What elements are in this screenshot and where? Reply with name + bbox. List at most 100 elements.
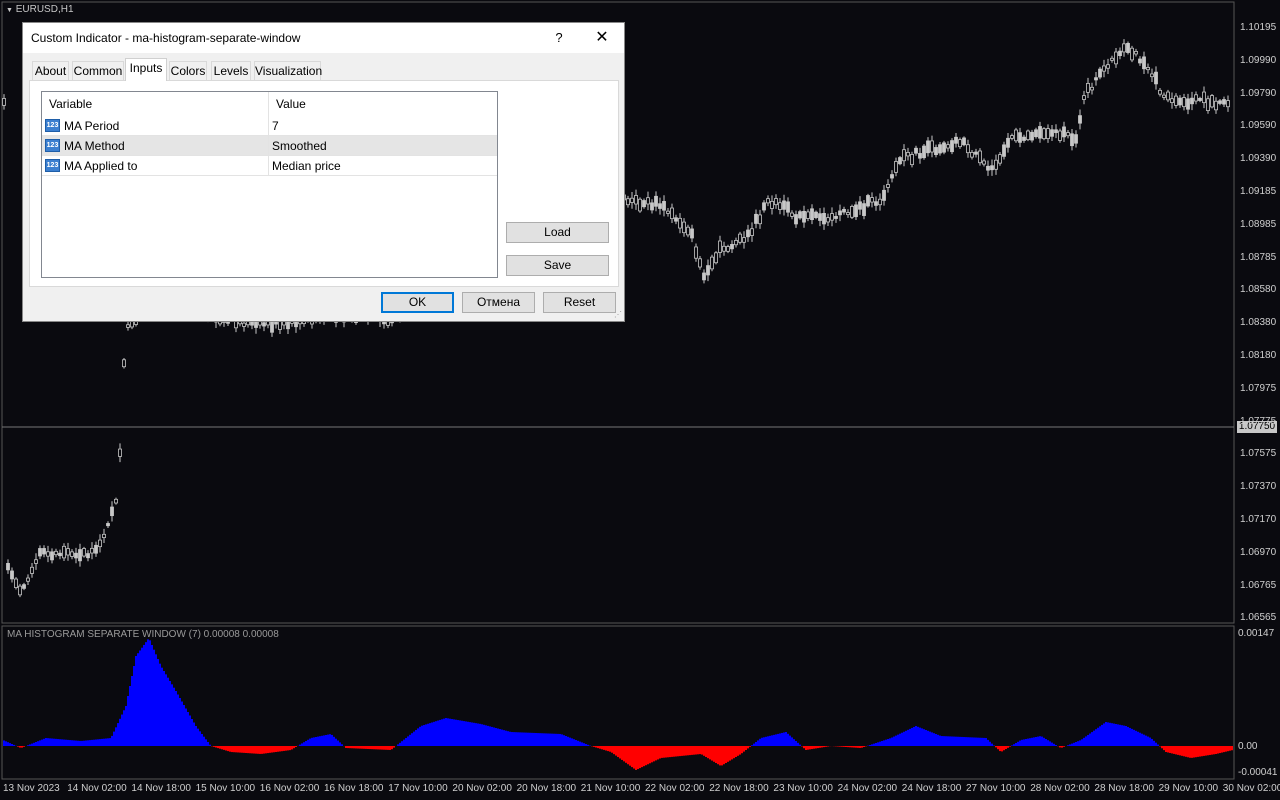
histogram-bar xyxy=(193,722,195,746)
tab-visualization[interactable]: Visualization xyxy=(254,61,322,80)
histogram-bar xyxy=(975,737,977,746)
variable-value[interactable]: Smoothed xyxy=(272,136,327,156)
candle-body xyxy=(1122,43,1126,53)
dialog-title: Custom Indicator - ma-histogram-separate… xyxy=(31,31,301,45)
histogram-bar xyxy=(999,746,1001,752)
price-tick-label: 1.06565 xyxy=(1240,612,1277,624)
histogram-bar xyxy=(277,746,279,752)
candle-body xyxy=(842,208,846,213)
histogram-bar xyxy=(475,723,477,746)
cancel-button[interactable]: Отмена xyxy=(462,292,535,313)
histogram-bar xyxy=(691,746,693,755)
histogram-bar xyxy=(711,746,713,761)
histogram-bar xyxy=(601,746,603,750)
histogram-bar xyxy=(853,746,855,748)
histogram-bar xyxy=(973,737,975,746)
candle-body xyxy=(682,221,686,234)
histogram-bar xyxy=(1019,740,1021,746)
histogram-bar xyxy=(311,737,313,746)
column-header-value[interactable]: Value xyxy=(269,92,497,116)
histogram-bar xyxy=(3,740,5,746)
price-tick-label: 1.09185 xyxy=(1240,186,1277,197)
tab-about[interactable]: About xyxy=(32,61,69,80)
tab-inputs[interactable]: Inputs xyxy=(125,58,167,81)
candle-body xyxy=(66,548,70,556)
candle-body xyxy=(1030,131,1034,141)
candle-body xyxy=(762,202,766,211)
histogram-bar xyxy=(649,746,651,764)
candle-body xyxy=(1066,132,1070,137)
histogram-bar xyxy=(709,746,711,760)
histogram-bar xyxy=(539,733,541,746)
candle-body xyxy=(1166,91,1170,101)
candle-body xyxy=(830,213,834,221)
histogram-bar xyxy=(535,733,537,746)
candle-body xyxy=(990,165,994,171)
histogram-bar xyxy=(1201,746,1203,757)
histogram-bar xyxy=(369,746,371,750)
histogram-bar xyxy=(593,746,595,747)
histogram-bar xyxy=(189,715,191,746)
histogram-bar xyxy=(221,746,223,750)
histogram-bar xyxy=(315,737,317,746)
histogram-bar xyxy=(1185,746,1187,757)
histogram-bar xyxy=(677,746,679,757)
candle-body xyxy=(626,198,630,206)
reset-button[interactable]: Reset xyxy=(543,292,616,313)
candle-body xyxy=(1090,86,1094,91)
tab-colors[interactable]: Colors xyxy=(169,61,207,80)
histogram-bar xyxy=(317,736,319,746)
candle-body xyxy=(734,240,738,246)
time-tick-label: 27 Nov 10:00 xyxy=(966,783,1026,794)
table-row[interactable]: 123 MA Applied to Median price xyxy=(42,156,497,176)
histogram-bar xyxy=(515,732,517,746)
histogram-bar xyxy=(153,649,155,746)
histogram-bar xyxy=(569,737,571,746)
histogram-bar xyxy=(411,733,413,746)
variable-value[interactable]: 7 xyxy=(272,116,279,136)
load-button[interactable]: Load xyxy=(506,222,609,243)
histogram-bar xyxy=(791,737,793,746)
histogram-bar xyxy=(1001,746,1003,752)
candle-body xyxy=(126,324,130,328)
histogram-bar xyxy=(1119,724,1121,746)
table-row[interactable]: 123 MA Method Smoothed xyxy=(42,136,497,156)
inputs-table[interactable]: Variable Value 123 MA Period 7 123 MA Me… xyxy=(41,91,498,278)
dropdown-arrow-icon[interactable]: ▼ xyxy=(6,7,13,14)
histogram-bar xyxy=(885,739,887,746)
candle-body xyxy=(262,322,266,327)
help-button[interactable]: ? xyxy=(549,28,569,48)
candle-body xyxy=(630,197,634,203)
candle-body xyxy=(70,551,74,557)
histogram-bar xyxy=(995,746,997,748)
save-button[interactable]: Save xyxy=(506,255,609,276)
histogram-bar xyxy=(629,746,631,766)
histogram-bar xyxy=(667,746,669,758)
histogram-bar xyxy=(823,746,825,748)
variable-value[interactable]: Median price xyxy=(272,156,341,176)
candle-body xyxy=(1018,132,1022,143)
histogram-bar xyxy=(941,736,943,746)
histogram-bar xyxy=(769,735,771,746)
histogram-bar xyxy=(545,733,547,746)
table-row[interactable]: 123 MA Period 7 xyxy=(42,116,497,136)
histogram-bar xyxy=(121,714,123,746)
histogram-bar xyxy=(11,744,13,746)
histogram-bar xyxy=(813,746,815,749)
histogram-bar xyxy=(1155,742,1157,746)
candle-body xyxy=(954,136,958,144)
tab-levels[interactable]: Levels xyxy=(211,61,251,80)
histogram-bar xyxy=(389,746,391,750)
histogram-bar xyxy=(391,746,393,750)
ok-button[interactable]: OK xyxy=(381,292,454,313)
candle-body xyxy=(822,213,826,225)
histogram-bar xyxy=(563,735,565,746)
histogram-bar xyxy=(1025,739,1027,746)
dialog-titlebar[interactable]: Custom Indicator - ma-histogram-separate… xyxy=(23,23,624,53)
close-icon[interactable]: ✕ xyxy=(591,28,613,48)
histogram-bar xyxy=(175,691,177,746)
histogram-bar xyxy=(663,746,665,758)
resize-grip-icon[interactable]: ⋰ xyxy=(614,310,622,319)
tab-common[interactable]: Common xyxy=(72,61,124,80)
column-header-variable[interactable]: Variable xyxy=(42,92,269,116)
